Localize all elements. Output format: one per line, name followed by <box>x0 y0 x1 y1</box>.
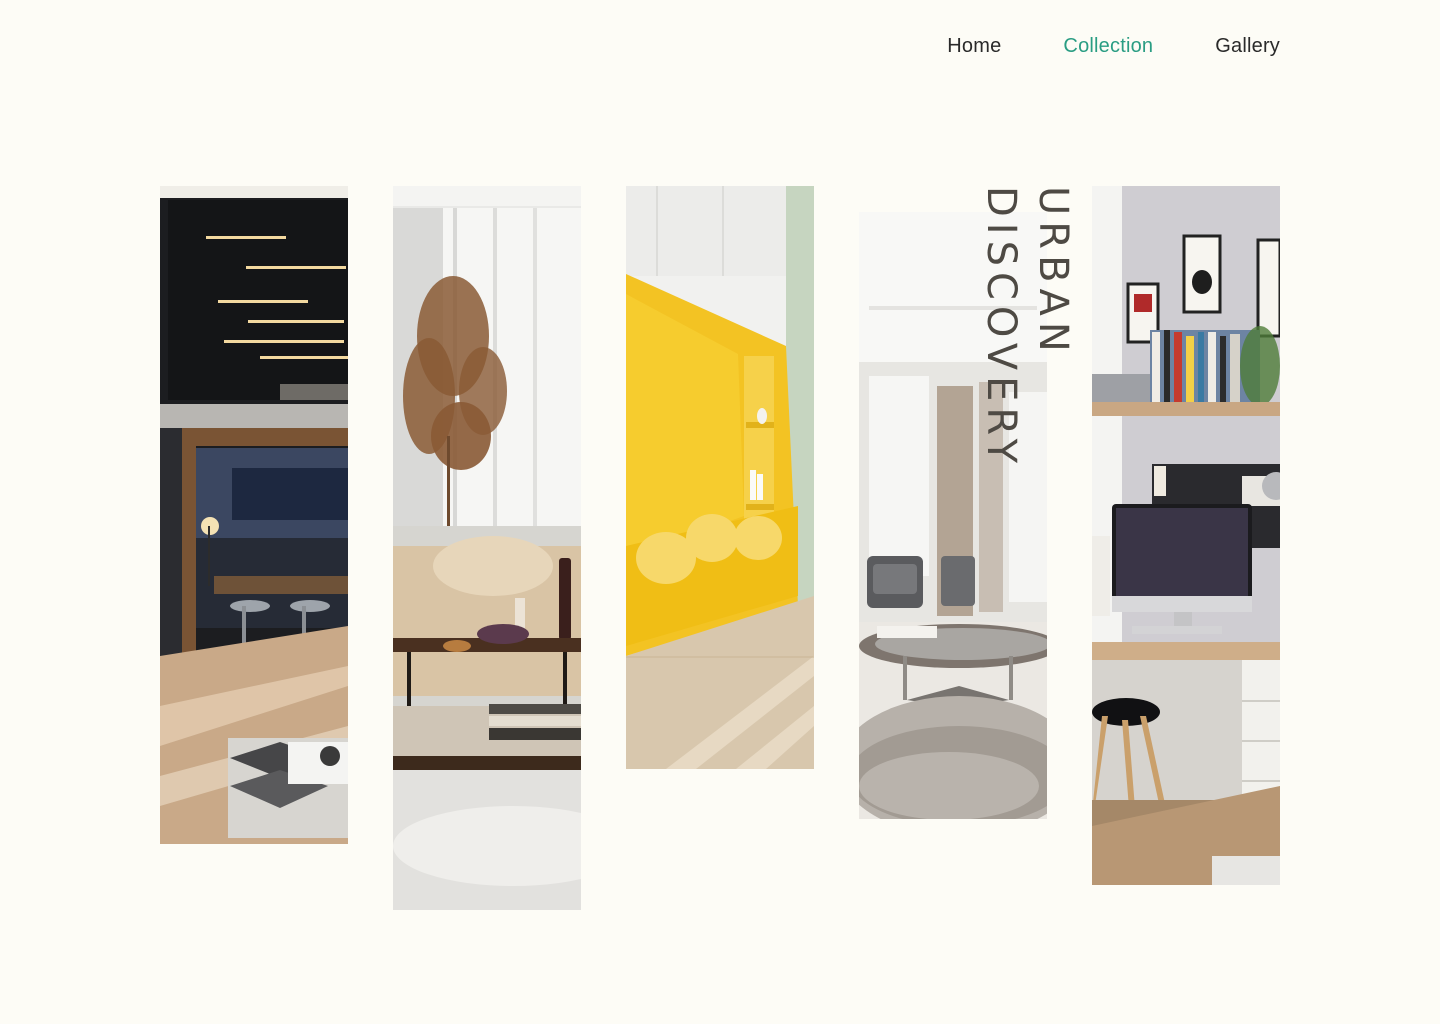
living-room-illustration <box>393 186 581 910</box>
gallery-image-loft[interactable] <box>160 186 348 844</box>
nav-home[interactable]: Home <box>947 30 1001 62</box>
nav-collection[interactable]: Collection <box>1063 30 1153 62</box>
gallery-image-home-office[interactable] <box>1092 186 1280 885</box>
yellow-nook-illustration <box>626 186 814 769</box>
hero-title-line2: DISCOVERY <box>977 186 1024 470</box>
hero-title-line1: URBAN <box>1029 186 1076 358</box>
hero-title: URBAN DISCOVERY <box>978 186 1079 486</box>
gallery-image-living-room[interactable] <box>393 186 581 910</box>
gallery-image-yellow-nook[interactable] <box>626 186 814 769</box>
loft-illustration <box>160 186 348 844</box>
home-office-illustration <box>1092 186 1280 885</box>
main-nav: Home Collection Gallery <box>947 30 1280 62</box>
page: Home Collection Gallery URBAN DISCOVERY <box>0 0 1440 1024</box>
nav-gallery[interactable]: Gallery <box>1215 30 1280 62</box>
